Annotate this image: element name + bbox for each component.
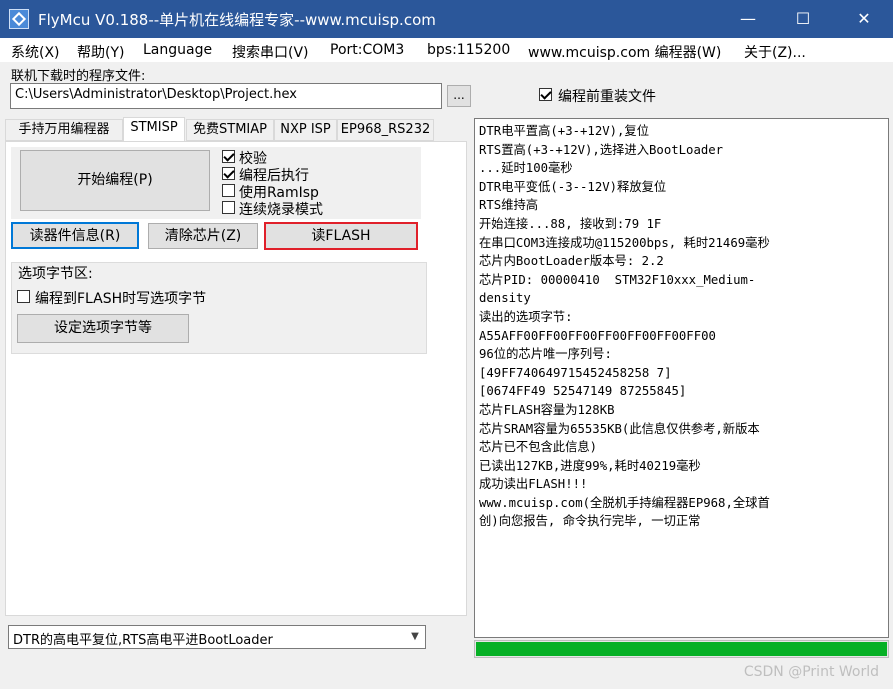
output-log: DTR电平置高(+3-+12V),复位 RTS置高(+3-+12V),选择进入Bo… — [474, 118, 889, 638]
run-after-program-checkbox[interactable] — [222, 167, 235, 180]
menu-language[interactable]: Language — [143, 42, 212, 58]
log-line: A55AFF00FF00FF00FF00FF00FF00FF00 — [479, 328, 716, 343]
menu-search-port[interactable]: 搜索串口(V) — [232, 42, 309, 62]
log-line: 芯片SRAM容量为65535KB(此信息仅供参考,新版本 — [479, 421, 760, 436]
menu-bar: 系统(X) 帮助(Y) Language 搜索串口(V) Port:COM3 b… — [0, 38, 893, 62]
minimize-button[interactable]: — — [721, 0, 775, 38]
tab-ep968-rs232[interactable]: EP968_RS232 — [337, 119, 434, 141]
title-bar: FlyMcu V0.188--单片机在线编程专家--www.mcuisp.com… — [0, 0, 893, 38]
watermark: CSDN @Print World — [743, 664, 879, 680]
verify-checkbox[interactable] — [222, 150, 235, 163]
menu-system[interactable]: 系统(X) — [11, 42, 60, 62]
write-option-bytes-label: 编程到FLASH时写选项字节 — [35, 291, 207, 307]
log-line: 96位的芯片唯一序列号: — [479, 347, 612, 362]
write-option-bytes-checkbox[interactable] — [17, 290, 30, 303]
program-file-path-input[interactable]: C:\Users\Administrator\Desktop\Project.h… — [10, 83, 442, 109]
log-line: 创)向您报告, 命令执行完毕, 一切正常 — [479, 514, 701, 529]
app-icon — [9, 9, 29, 29]
browse-button[interactable]: ... — [447, 85, 471, 107]
read-flash-button[interactable]: 读FLASH — [264, 222, 418, 250]
continuous-mode-checkbox[interactable] — [222, 201, 235, 214]
menu-programmer[interactable]: www.mcuisp.com 编程器(W) — [528, 42, 721, 62]
option-bytes-label: 选项字节区: — [18, 266, 93, 282]
reset-mode-value: DTR的高电平复位,RTS高电平进BootLoader — [13, 633, 273, 648]
erase-chip-button[interactable]: 清除芯片(Z) — [148, 223, 258, 249]
close-button[interactable]: ✕ — [837, 0, 891, 38]
progress-bar — [474, 640, 889, 658]
set-option-bytes-button[interactable]: 设定选项字节等 — [17, 314, 189, 343]
log-line: 已读出127KB,进度99%,耗时40219毫秒 — [479, 458, 701, 473]
chevron-down-icon[interactable]: ▼ — [405, 626, 425, 648]
log-line: 在串口COM3连接成功@115200bps, 耗时21469毫秒 — [479, 235, 770, 250]
window-title: FlyMcu V0.188--单片机在线编程专家--www.mcuisp.com — [38, 11, 436, 29]
log-line: 成功读出FLASH!!! — [479, 477, 588, 492]
log-line: DTR电平变低(-3--12V)释放复位 — [479, 179, 667, 194]
reload-file-label: 编程前重装文件 — [558, 89, 656, 105]
log-line: RTS置高(+3-+12V),选择进入BootLoader — [479, 142, 724, 157]
log-line: ...延时100毫秒 — [479, 161, 573, 176]
log-line: density — [479, 291, 531, 306]
log-line: 芯片FLASH容量为128KB — [479, 402, 615, 417]
log-line: 开始连接...88, 接收到:79 1F — [479, 216, 662, 231]
start-programming-button[interactable]: 开始编程(P) — [20, 150, 210, 211]
tab-stmisp[interactable]: STMISP — [123, 117, 185, 142]
log-line: [0674FF49 52547149 87255845] — [479, 384, 687, 399]
log-line: [49FF740649715452458258 7] — [479, 365, 672, 380]
log-line: RTS维持高 — [479, 198, 539, 213]
menu-about[interactable]: 关于(Z)... — [744, 42, 806, 62]
reload-file-checkbox[interactable] — [539, 88, 552, 101]
log-line: 芯片内BootLoader版本号: 2.2 — [479, 254, 664, 269]
use-ramisp-checkbox[interactable] — [222, 184, 235, 197]
tab-handheld-programmer[interactable]: 手持万用编程器 — [5, 119, 123, 141]
log-line: www.mcuisp.com(全脱机手持编程器EP968,全球首 — [479, 495, 770, 510]
program-file-label: 联机下载时的程序文件: — [11, 69, 146, 84]
stmisp-panel — [5, 141, 467, 616]
tab-free-stmiap[interactable]: 免费STMIAP — [186, 119, 274, 141]
read-device-info-button[interactable]: 读器件信息(R) — [11, 222, 139, 249]
log-line: 芯片已不包含此信息) — [479, 440, 598, 455]
log-line: DTR电平置高(+3-+12V),复位 — [479, 124, 650, 138]
progress-fill — [476, 642, 887, 656]
log-line: 芯片PID: 00000410 STM32F10xxx_Medium- — [479, 272, 756, 287]
maximize-button[interactable]: ☐ — [776, 0, 830, 38]
continuous-mode-label: 连续烧录模式 — [239, 202, 323, 218]
tab-nxp-isp[interactable]: NXP ISP — [274, 119, 337, 141]
menu-bps[interactable]: bps:115200 — [427, 42, 510, 58]
reset-mode-select[interactable]: DTR的高电平复位,RTS高电平进BootLoader ▼ — [8, 625, 426, 649]
menu-port[interactable]: Port:COM3 — [330, 42, 404, 58]
menu-help[interactable]: 帮助(Y) — [77, 42, 124, 62]
log-line: 读出的选项字节: — [479, 309, 573, 324]
